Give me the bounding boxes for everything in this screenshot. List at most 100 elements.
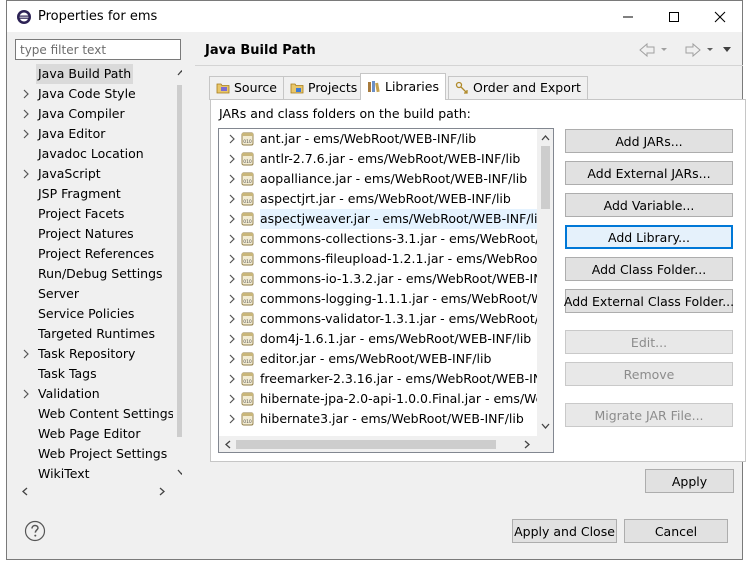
chevron-right-icon[interactable] (227, 334, 237, 344)
chevron-right-icon[interactable] (227, 414, 237, 424)
jar-list-item[interactable]: 010 hibernate-jpa-2.0-api-1.0.0.Final.jar… (219, 389, 539, 409)
apply-and-close-button[interactable]: Apply and Close (512, 519, 617, 543)
scroll-up-icon[interactable] (177, 69, 182, 76)
jar-icon: 010 (241, 392, 254, 406)
chevron-right-icon[interactable] (227, 194, 237, 204)
svg-text:010: 010 (243, 319, 252, 325)
add-class-folder-button[interactable]: Add Class Folder... (565, 257, 733, 281)
tree-vertical-scrollbar[interactable] (173, 63, 182, 481)
tab-label: Order and Export (473, 80, 581, 95)
chevron-right-icon[interactable] (21, 349, 31, 359)
tree-item-label: Run/Debug Settings (38, 266, 163, 281)
jar-list-item[interactable]: 010 commons-collections-3.1.jar - ems/Web… (219, 229, 539, 249)
jar-list-item[interactable]: 010 aspectjrt.jar - ems/WebRoot/WEB-INF/l… (219, 189, 539, 209)
tree-scroll-thumb[interactable] (177, 85, 182, 437)
chevron-right-icon[interactable] (227, 234, 237, 244)
order-export-icon (455, 81, 468, 94)
jar-label: editor.jar - ems/WebRoot/WEB-INF/lib (260, 351, 492, 366)
maximize-button[interactable] (651, 1, 697, 32)
chevron-right-icon[interactable] (227, 274, 237, 284)
jar-list-item[interactable]: 010 ant.jar - ems/WebRoot/WEB-INF/lib (219, 129, 539, 149)
jar-list-horizontal-scrollbar[interactable] (219, 436, 537, 452)
scroll-up-icon[interactable] (541, 134, 550, 141)
jar-label: hibernate-jpa-2.0-api-1.0.0.Final.jar - … (260, 391, 539, 406)
chevron-right-icon[interactable] (227, 354, 237, 364)
jar-list[interactable]: 010 ant.jar - ems/WebRoot/WEB-INF/lib 010 a… (218, 128, 554, 453)
tree-item-label: Javadoc Location (38, 146, 144, 161)
chevron-right-icon[interactable] (227, 254, 237, 264)
tree-horizontal-scrollbar[interactable] (15, 481, 173, 501)
header-separator (195, 65, 743, 66)
scroll-down-icon[interactable] (541, 423, 550, 430)
jar-list-item[interactable]: 010 commons-io-1.3.2.jar - ems/WebRoot/WE… (219, 269, 539, 289)
jar-list-item[interactable]: 010 editor.jar - ems/WebRoot/WEB-INF/lib (219, 349, 539, 369)
jar-list-vertical-scrollbar[interactable] (537, 129, 553, 436)
chevron-right-icon[interactable] (227, 174, 237, 184)
add-library-button[interactable]: Add Library... (565, 225, 733, 249)
chevron-right-icon[interactable] (227, 154, 237, 164)
add-external-class-folder-button[interactable]: Add External Class Folder... (564, 289, 734, 313)
add-external-jars-button[interactable]: Add External JARs... (565, 161, 733, 185)
jar-list-item[interactable]: 010 commons-logging-1.1.1.jar - ems/WebRo… (219, 289, 539, 309)
chevron-right-icon[interactable] (227, 374, 237, 384)
jar-list-hscroll-thumb[interactable] (236, 440, 496, 449)
help-icon[interactable] (24, 520, 46, 542)
title-bar: Properties for ems (7, 1, 742, 32)
scroll-left-icon[interactable] (224, 440, 231, 449)
chevron-right-icon[interactable] (227, 294, 237, 304)
apply-button[interactable]: Apply (645, 469, 734, 493)
jar-list-item[interactable]: 010 freemarker-2.3.16.jar - ems/WebRoot/W… (219, 369, 539, 389)
view-menu-icon[interactable] (723, 47, 731, 52)
tab-label: Libraries (385, 79, 439, 94)
jar-list-item[interactable]: 010 dom4j-1.6.1.jar - ems/WebRoot/WEB-INF… (219, 329, 539, 349)
back-icon[interactable] (639, 42, 655, 58)
jar-list-item[interactable]: 010 hibernate3.jar - ems/WebRoot/WEB-INF/… (219, 409, 539, 429)
scroll-left-icon[interactable] (21, 487, 28, 496)
chevron-right-icon[interactable] (21, 389, 31, 399)
tab-source[interactable]: Source (209, 76, 284, 100)
jar-icon: 010 (241, 252, 254, 266)
property-tree[interactable]: Java Build Path Java Code Style Java Compi… (15, 63, 182, 501)
cancel-button[interactable]: Cancel (624, 519, 728, 543)
edit-button[interactable]: Edit... (565, 330, 733, 354)
tab-libraries[interactable]: Libraries (360, 73, 446, 100)
svg-text:010: 010 (243, 299, 252, 305)
jar-label: freemarker-2.3.16.jar - ems/WebRoot/WEB-… (260, 371, 539, 386)
add-variable-button[interactable]: Add Variable... (565, 193, 733, 217)
svg-text:010: 010 (243, 259, 252, 265)
migrate-jar-button[interactable]: Migrate JAR File... (565, 403, 733, 427)
jar-list-item[interactable]: 010 aspectjweaver.jar - ems/WebRoot/WEB-I… (219, 209, 539, 229)
add-jars-button[interactable]: Add JARs... (565, 129, 733, 153)
jar-list-scroll-thumb[interactable] (541, 146, 550, 209)
tree-item-label: Service Policies (38, 306, 135, 321)
svg-text:010: 010 (243, 139, 252, 145)
jar-list-item[interactable]: 010 commons-validator-1.3.1.jar - ems/Web… (219, 309, 539, 329)
tree-item-label: JSP Fragment (38, 186, 121, 201)
forward-menu-chevron-down-icon[interactable] (707, 48, 713, 51)
scroll-down-icon[interactable] (177, 469, 182, 476)
back-menu-chevron-down-icon[interactable] (661, 48, 667, 51)
tab-order-and-export[interactable]: Order and Export (448, 76, 588, 100)
scroll-right-icon[interactable] (524, 440, 531, 449)
jar-list-item[interactable]: 010 commons-fileupload-1.2.1.jar - ems/We… (219, 249, 539, 269)
chevron-right-icon[interactable] (21, 129, 31, 139)
filter-input[interactable] (15, 39, 181, 60)
jar-icon: 010 (241, 412, 254, 426)
remove-button[interactable]: Remove (565, 362, 733, 386)
chevron-right-icon[interactable] (21, 169, 31, 179)
scroll-right-icon[interactable] (159, 487, 166, 496)
chevron-right-icon[interactable] (227, 214, 237, 224)
chevron-right-icon[interactable] (227, 314, 237, 324)
chevron-right-icon[interactable] (227, 134, 237, 144)
close-button[interactable] (697, 1, 743, 32)
tab-projects[interactable]: Projects (283, 76, 365, 100)
jar-label: aopalliance.jar - ems/WebRoot/WEB-INF/li… (260, 171, 528, 186)
minimize-button[interactable] (605, 1, 651, 32)
jar-list-item[interactable]: 010 aopalliance.jar - ems/WebRoot/WEB-INF… (219, 169, 539, 189)
forward-icon[interactable] (685, 42, 701, 58)
chevron-right-icon[interactable] (227, 394, 237, 404)
chevron-right-icon[interactable] (21, 89, 31, 99)
tab-label: Projects (308, 80, 358, 95)
jar-list-item[interactable]: 010 antlr-2.7.6.jar - ems/WebRoot/WEB-INF… (219, 149, 539, 169)
chevron-right-icon[interactable] (21, 109, 31, 119)
